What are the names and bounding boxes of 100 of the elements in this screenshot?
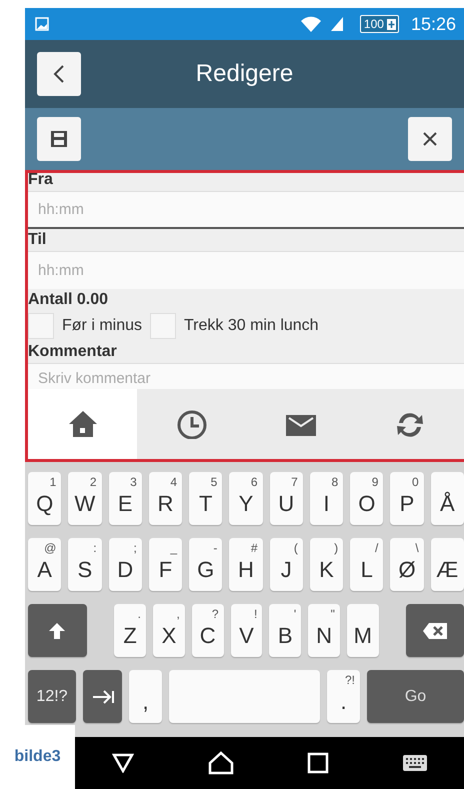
field-label: Til <box>28 230 48 250</box>
key-hint: 8 <box>331 475 338 489</box>
key[interactable]: 1 Q <box>28 472 62 525</box>
checkbox-label: Før i minus <box>62 317 142 335</box>
key[interactable]: , <box>129 670 162 723</box>
clock-time: 15:26 <box>410 14 456 34</box>
go-key[interactable]: Go <box>367 670 464 723</box>
key-hint: ! <box>254 607 258 621</box>
key-label: O <box>358 490 376 516</box>
backspace-icon <box>423 622 448 638</box>
tab[interactable] <box>28 389 137 459</box>
plus-icon <box>386 18 396 30</box>
home-icon[interactable] <box>208 751 234 775</box>
tab[interactable] <box>137 389 246 459</box>
key[interactable]: . Z <box>114 604 146 657</box>
key[interactable]: 5 T <box>189 472 222 525</box>
key-hint: , <box>176 607 180 621</box>
key[interactable]: 6 Y <box>229 472 263 525</box>
key[interactable]: 0 P <box>390 472 424 525</box>
key-label: Å <box>440 490 455 516</box>
key-hint: \ <box>415 541 419 555</box>
shift-key[interactable] <box>28 604 87 657</box>
battery-level: 100 <box>364 17 384 31</box>
key[interactable]: : S <box>68 538 102 591</box>
wifi-icon <box>300 15 322 33</box>
key-label: R <box>157 490 174 516</box>
total-label: Antall 0.00 <box>28 290 110 310</box>
key-label: Z <box>123 622 137 648</box>
shift-icon <box>48 622 66 640</box>
key-label: S <box>78 556 92 582</box>
checkbox-label: Trekk 30 min lunch <box>184 317 319 335</box>
key-hint: 7 <box>291 475 298 489</box>
picture-icon <box>35 17 49 31</box>
window-title: Redigere <box>194 60 294 88</box>
key[interactable]: ' B <box>269 604 302 657</box>
key[interactable]: - G <box>189 538 222 591</box>
checkbox[interactable] <box>150 313 176 339</box>
backspace-key[interactable] <box>406 604 464 657</box>
key-hint: 1 <box>50 475 56 489</box>
home-icon <box>66 409 98 439</box>
back-icon <box>53 65 65 83</box>
key-hint: 0 <box>412 475 419 489</box>
keyboard-icon[interactable] <box>403 755 428 771</box>
close-icon <box>422 131 438 147</box>
key[interactable]: Æ <box>430 538 464 591</box>
key[interactable]: " N <box>308 604 340 657</box>
key-hint: 5 <box>210 475 218 489</box>
save-button[interactable] <box>37 117 81 161</box>
key-hint: ) <box>334 541 338 555</box>
key-label: M <box>354 622 372 648</box>
key-label: Y <box>238 490 254 516</box>
key[interactable]: _ F <box>148 538 182 591</box>
key[interactable]: 9 O <box>350 472 384 525</box>
key-label: F <box>158 556 172 582</box>
key[interactable]: 7 U <box>270 472 303 525</box>
key[interactable]: 4 R <box>148 472 182 525</box>
key-label: H <box>238 556 254 582</box>
key[interactable]: , X <box>153 604 185 657</box>
tab-key[interactable] <box>83 670 122 723</box>
field-label: Fra <box>28 173 54 190</box>
back-button[interactable] <box>37 52 81 96</box>
key-label: Ø <box>398 556 416 582</box>
key-hint: " <box>330 607 335 621</box>
key[interactable]: \ Ø <box>390 538 424 591</box>
back-triangle-icon[interactable] <box>112 753 134 773</box>
close-button[interactable] <box>408 117 452 161</box>
floppy-icon <box>51 131 67 147</box>
time-field[interactable]: hh:mm <box>28 251 464 289</box>
key-hint: _ <box>170 541 178 555</box>
key[interactable]: M <box>346 604 379 657</box>
key-label: A <box>37 556 52 582</box>
key-hint: ( <box>294 541 298 555</box>
key-label: E <box>118 490 132 516</box>
symbols-key[interactable]: 12!? <box>28 670 76 723</box>
field-label: Kommentar <box>28 342 118 362</box>
key[interactable]: ! V <box>230 604 262 657</box>
key-hint: - <box>213 541 218 555</box>
key[interactable]: ? C <box>192 604 224 657</box>
square-icon[interactable] <box>307 752 330 774</box>
key[interactable]: 2 W <box>68 472 102 525</box>
key[interactable]: 8 I <box>310 472 344 525</box>
tab[interactable] <box>355 389 464 459</box>
key[interactable]: Å <box>430 472 464 525</box>
key[interactable]: ?! . <box>327 670 360 723</box>
key[interactable]: 3 E <box>108 472 142 525</box>
key-hint: 9 <box>372 475 378 489</box>
key[interactable]: ; D <box>108 538 142 591</box>
checkbox[interactable] <box>28 313 54 339</box>
comment-field[interactable]: Skriv kommentar <box>28 363 464 389</box>
key-label: U <box>278 490 294 516</box>
key-label: T <box>198 490 212 516</box>
key[interactable]: ( J <box>270 538 303 591</box>
key-hint: 3 <box>130 475 137 489</box>
key[interactable]: @ A <box>28 538 62 591</box>
time-field[interactable]: hh:mm <box>28 191 464 229</box>
key[interactable]: # H <box>229 538 263 591</box>
key-hint: : <box>93 541 97 555</box>
key[interactable]: / L <box>350 538 384 591</box>
key-label: N <box>316 622 332 648</box>
key[interactable]: ) K <box>310 538 344 591</box>
